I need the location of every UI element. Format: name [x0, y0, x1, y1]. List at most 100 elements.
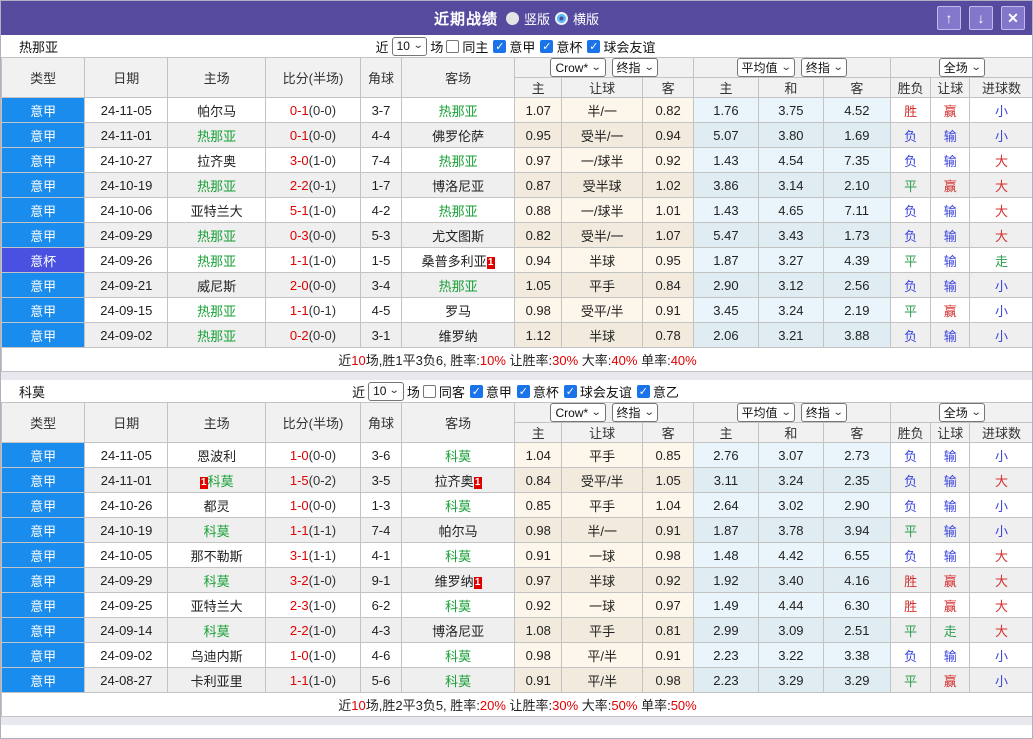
handicap-cell: 受半/一: [561, 122, 644, 148]
section-2-same-venue-checkbox[interactable]: [422, 384, 436, 398]
col-header-3: 比分(半场): [264, 57, 362, 98]
avg-draw-cell: 4.42: [757, 542, 824, 568]
section-1-filterbar: 热那亚近 10 ⌄ 场 同主 ✓ 意甲 ✓ 意杯 ✓ 球会友谊: [1, 35, 1032, 57]
section-2-avg-select[interactable]: 平均值 ⌄: [736, 403, 795, 422]
section-2-league-checkbox-3[interactable]: ✓: [636, 384, 650, 398]
handicap-result-cell: 输: [930, 517, 970, 543]
type-cell: 意甲: [1, 617, 86, 643]
sub-header-3: 主: [692, 422, 759, 443]
goals-result-cell: 小: [968, 322, 1032, 348]
result-cell: 负: [889, 542, 932, 568]
summary-text: 单率:: [637, 353, 671, 368]
table-row: 意甲 24-09-15 热那亚 1-1(0-1) 4-5 罗马 0.98 受平/半 0.91 3.…: [1, 297, 1032, 323]
avg-home-cell: 1.92: [692, 567, 759, 593]
home-team-cell: 热那亚: [167, 172, 266, 198]
date-cell: 24-09-15: [84, 297, 169, 323]
section-1-avg-final-select[interactable]: 终指 ⌄: [800, 58, 848, 77]
handicap-cell: 半球: [561, 322, 644, 348]
score-cell: 0-2(0-0): [264, 322, 362, 348]
handicap-result-cell: 输: [930, 272, 970, 298]
handicap-result-cell: 输: [930, 197, 970, 223]
corner-cell: 4-6: [360, 642, 402, 668]
handicap-cell: 半球: [561, 567, 644, 593]
halftime-score: (1-0): [308, 252, 337, 268]
section-2-odds-final-select[interactable]: 终指 ⌄: [611, 403, 658, 422]
col-header-2: 主场: [167, 57, 266, 98]
summary-text: 让胜率:: [505, 698, 553, 713]
goals-result-cell: 大: [968, 592, 1032, 618]
result-cell: 平: [889, 247, 932, 273]
summary-text: 50%: [670, 698, 697, 713]
section-1-odds-final-select[interactable]: 终指 ⌄: [611, 58, 658, 77]
avg-away-cell: 2.51: [822, 617, 891, 643]
sub-header-6: 胜负: [889, 422, 932, 443]
away-team-cell: 热那亚: [400, 97, 516, 123]
section-2-league-checkbox-0[interactable]: ✓: [469, 384, 483, 398]
score-cell: 1-1(1-0): [264, 247, 362, 273]
section-1-avg-select[interactable]: 平均值 ⌄: [736, 58, 795, 77]
avg-home-cell: 1.87: [692, 517, 759, 543]
away-team-cell: 桑普多利亚1: [400, 247, 516, 273]
team-name-text: 科莫: [445, 498, 472, 514]
avg-draw-cell: 3.40: [757, 567, 824, 593]
section-1-scope-select[interactable]: 全场 ⌄: [938, 58, 986, 77]
section-2-league-checkbox-2[interactable]: ✓: [563, 384, 577, 398]
sub-header-0: 主: [514, 77, 563, 98]
avg-draw-cell: 3.29: [757, 667, 824, 693]
corner-cell: 4-3: [360, 617, 402, 643]
goals-result-cell: 小: [968, 122, 1032, 148]
sub-header-1: 让球: [561, 77, 644, 98]
team-name-text: 维罗纳: [438, 328, 478, 344]
avg-draw-cell: 3.14: [757, 172, 824, 198]
halftime-score: (1-0): [308, 647, 337, 663]
away-team-cell: 热那亚: [400, 272, 516, 298]
league-checkbox-label: 意乙: [652, 384, 679, 400]
close-button[interactable]: ✕: [1001, 6, 1025, 30]
section-2-avg-final-select[interactable]: 终指 ⌄: [800, 403, 848, 422]
move-up-button[interactable]: ↑: [937, 6, 961, 30]
same-venue-label: 同主: [462, 39, 489, 55]
goals-result-cell: 小: [968, 642, 1032, 668]
team-name-text: 尤文图斯: [432, 228, 485, 244]
odds-away-cell: 0.91: [642, 642, 694, 668]
sub-header-1: 让球: [561, 422, 644, 443]
section-1-odds-source-select[interactable]: Crow* ⌄: [550, 58, 606, 77]
avg-home-cell: 1.48: [692, 542, 759, 568]
table-row: 意甲 24-10-26 都灵 1-0(0-0) 1-3 科莫 0.85 平手 1.04 2.64 3…: [1, 492, 1032, 518]
avg-away-cell: 7.11: [822, 197, 891, 223]
halftime-score: (1-1): [308, 547, 337, 563]
summary-text: 10: [351, 353, 366, 368]
radio-horizontal[interactable]: [555, 11, 568, 25]
type-cell: 意甲: [1, 122, 86, 148]
section-1-results-table: 类型 日期 主场 比分(半场) 角球 客场 Crow* ⌄ 终指 ⌄ 平均值 ⌄ 终指 ⌄ 全场 ⌄ 主让球客主…: [1, 57, 1032, 372]
corner-cell: 4-1: [360, 542, 402, 568]
home-team-cell: 拉齐奥: [167, 147, 266, 173]
odds-away-cell: 0.91: [642, 297, 694, 323]
section-2-match-count-select[interactable]: 10 ⌄: [368, 381, 404, 401]
avg-away-cell: 3.88: [822, 322, 891, 348]
section-2-scope-select[interactable]: 全场 ⌄: [938, 403, 986, 422]
result-cell: 平: [889, 667, 932, 693]
section-1-league-checkbox-1[interactable]: ✓: [540, 39, 554, 53]
section-1-league-checkbox-2[interactable]: ✓: [587, 39, 601, 53]
radio-vertical[interactable]: [505, 11, 519, 25]
score-cell: 0-3(0-0): [264, 222, 362, 248]
move-down-button[interactable]: ↓: [969, 6, 993, 30]
goals-result-cell: 大: [968, 542, 1032, 568]
section-1-league-checkbox-0[interactable]: ✓: [493, 39, 507, 53]
team-name-text: 科莫: [203, 523, 230, 539]
result-cell: 负: [889, 147, 932, 173]
section-1-match-count-select[interactable]: 10 ⌄: [391, 36, 428, 56]
section-2-league-checkbox-1[interactable]: ✓: [516, 384, 530, 398]
corner-cell: 4-5: [360, 297, 402, 323]
section-1-same-venue-checkbox[interactable]: [446, 39, 460, 53]
score-cell: 1-0(0-0): [264, 442, 362, 468]
date-cell: 24-09-02: [84, 642, 169, 668]
team-name-text: 拉齐奥: [434, 473, 474, 489]
result-cell: 负: [889, 642, 932, 668]
up-arrow-icon: ↑: [945, 10, 953, 26]
home-team-cell: 热那亚: [167, 222, 266, 248]
summary-text: 场,胜1平3负6, 胜率:: [365, 353, 480, 368]
team-name-text: 恩波利: [197, 448, 237, 464]
section-2-odds-source-select[interactable]: Crow* ⌄: [550, 403, 606, 422]
